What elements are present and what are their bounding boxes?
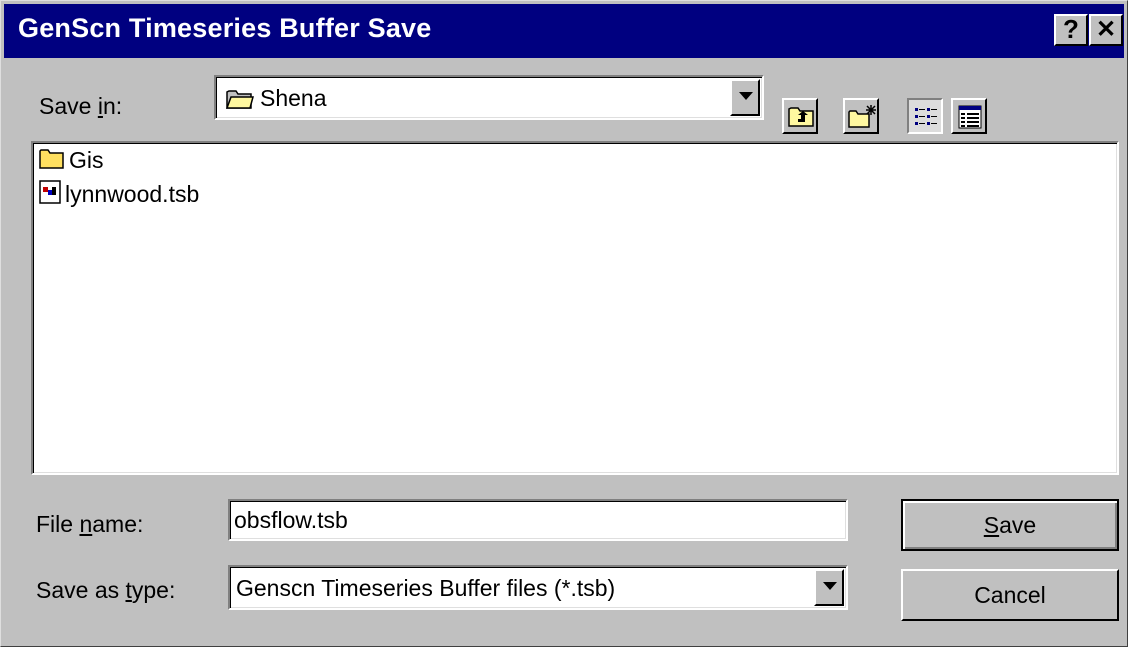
file-name-label-key: n xyxy=(79,511,93,537)
title-bar: GenScn Timeseries Buffer Save ? ✕ xyxy=(4,4,1124,58)
save-in-value: Shena xyxy=(260,85,327,111)
save-button[interactable]: Save xyxy=(901,499,1119,551)
details-view-button[interactable] xyxy=(951,98,987,134)
save-in-label-post: n: xyxy=(102,93,123,119)
save-dialog: GenScn Timeseries Buffer Save ? ✕ Save i… xyxy=(0,0,1128,647)
save-button-key: S xyxy=(983,512,1000,538)
save-as-type-label: Save as type: xyxy=(36,577,175,604)
details-view-icon xyxy=(958,105,982,134)
save-as-type-value: Genscn Timeseries Buffer files (*.tsb) xyxy=(236,575,616,601)
save-as-type-dropdown-button[interactable] xyxy=(814,569,844,606)
file-list[interactable]: Gis lynnwood.tsb xyxy=(31,141,1119,475)
list-view-button[interactable] xyxy=(907,98,943,134)
close-icon: ✕ xyxy=(1095,16,1117,43)
file-name-value: obsflow.tsb xyxy=(234,507,348,533)
list-item-folder[interactable]: Gis xyxy=(39,145,104,175)
save-as-type-label-pre: Save as xyxy=(36,577,126,603)
help-icon: ? xyxy=(1063,14,1079,44)
save-as-type-label-post: ype: xyxy=(131,577,176,603)
up-one-level-icon xyxy=(787,104,815,133)
folder-icon xyxy=(225,87,254,114)
file-name-label-post: ame: xyxy=(92,511,144,537)
close-button[interactable]: ✕ xyxy=(1089,14,1123,46)
list-item-label: lynnwood.tsb xyxy=(65,180,200,207)
file-name-label: File name: xyxy=(36,511,143,538)
save-in-label-pre: Save xyxy=(39,93,98,119)
new-folder-button[interactable] xyxy=(843,98,879,134)
save-button-rest: ave xyxy=(999,512,1037,538)
folder-icon xyxy=(39,147,65,174)
file-name-label-pre: File xyxy=(36,511,80,537)
up-one-level-button[interactable] xyxy=(782,98,818,134)
help-button[interactable]: ? xyxy=(1054,14,1088,46)
list-item-label: Gis xyxy=(69,146,104,173)
file-icon xyxy=(39,179,61,209)
new-folder-icon xyxy=(847,103,877,134)
save-in-dropdown[interactable]: Shena xyxy=(214,75,764,120)
list-view-icon xyxy=(914,106,938,133)
list-item-file[interactable]: lynnwood.tsb xyxy=(39,179,199,209)
file-name-field[interactable]: obsflow.tsb xyxy=(228,499,848,541)
window-title: GenScn Timeseries Buffer Save xyxy=(18,13,432,43)
save-as-type-dropdown[interactable]: Genscn Timeseries Buffer files (*.tsb) xyxy=(228,565,848,610)
save-in-label: Save in: xyxy=(39,93,122,120)
save-in-dropdown-button[interactable] xyxy=(730,79,760,116)
cancel-button[interactable]: Cancel xyxy=(901,569,1119,621)
